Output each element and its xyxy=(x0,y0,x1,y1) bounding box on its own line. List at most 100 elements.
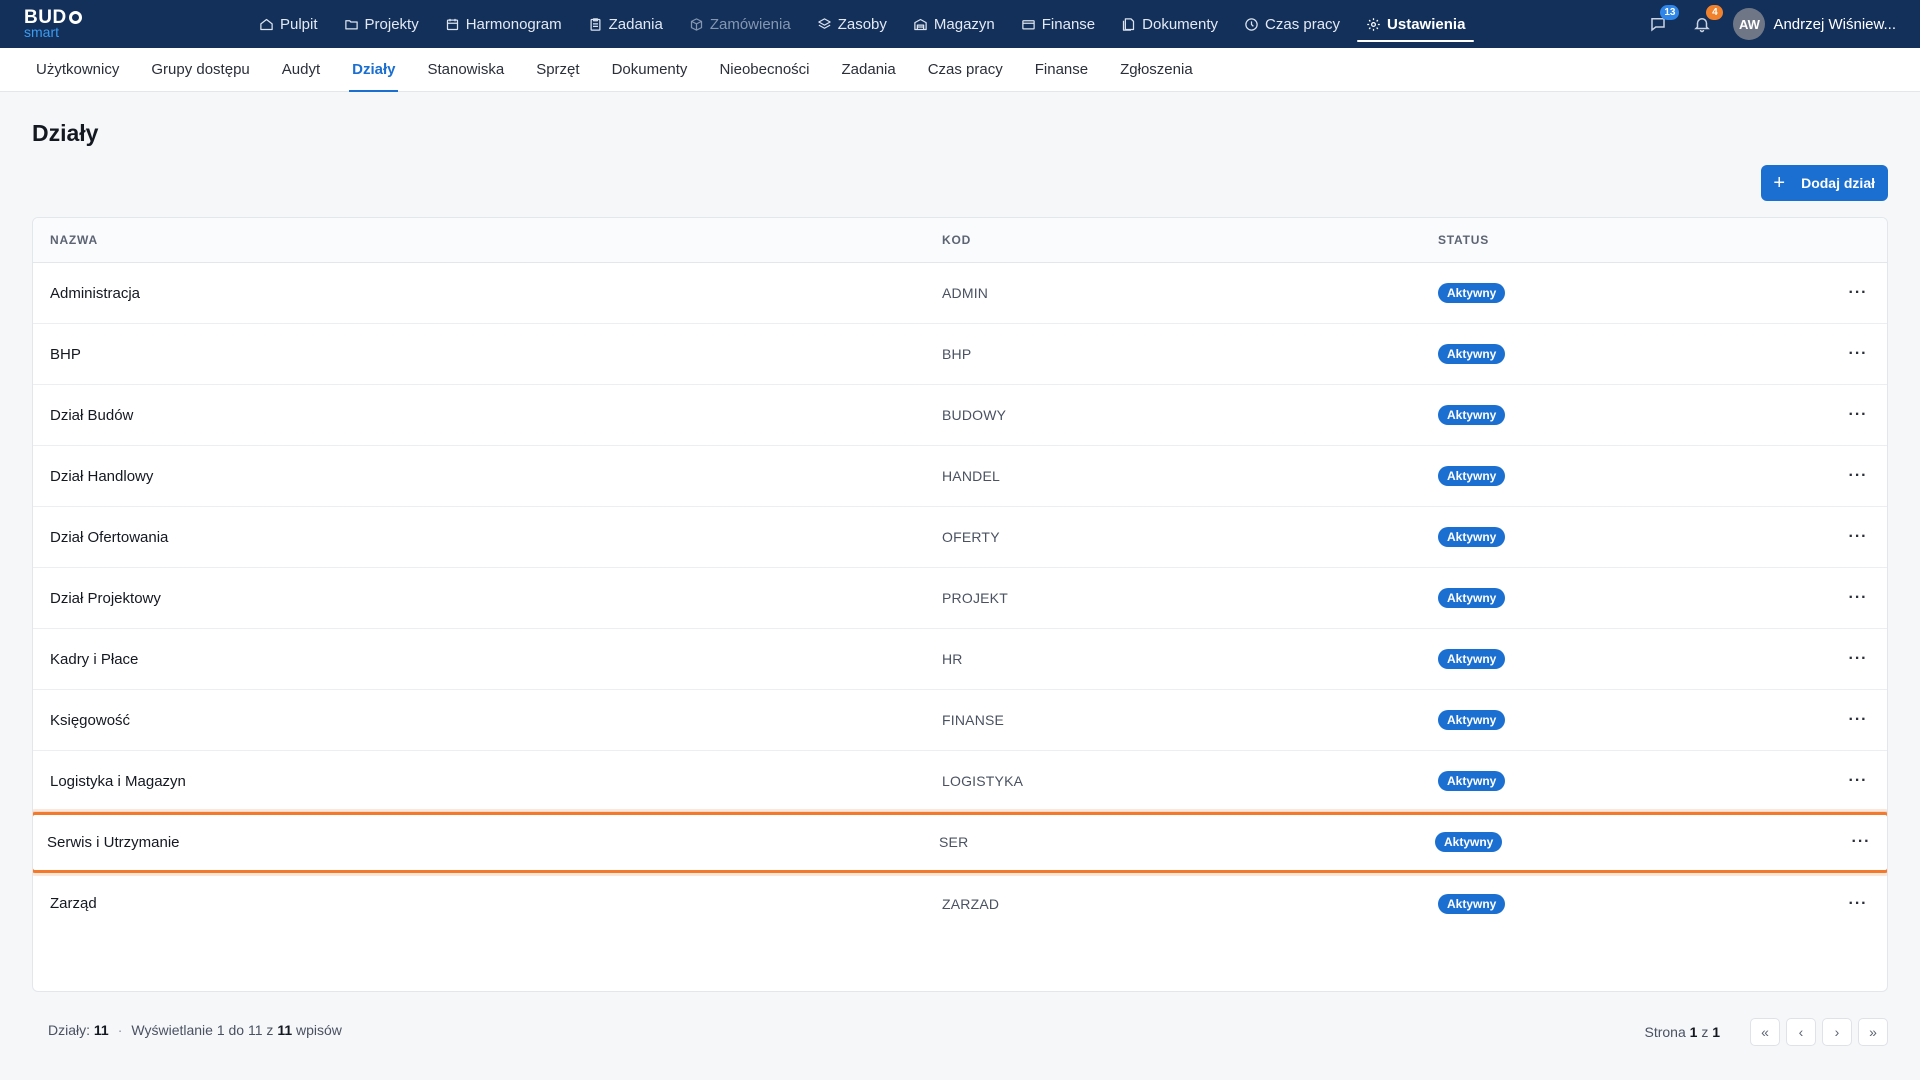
header-status[interactable]: STATUS xyxy=(1438,233,1489,247)
department-code: BHP xyxy=(942,346,972,362)
table-row[interactable]: Serwis i Utrzymanie SER Aktywny ··· xyxy=(33,812,1887,873)
row-actions-button[interactable]: ··· xyxy=(1846,525,1870,549)
table-row[interactable]: Kadry i Płace HR Aktywny ··· xyxy=(33,629,1887,690)
chevron-right-icon: › xyxy=(1834,1024,1840,1040)
nav-item-label: Projekty xyxy=(364,15,419,33)
nav-item-finanse[interactable]: Finanse xyxy=(1008,0,1108,48)
table-row[interactable]: Zarząd ZARZAD Aktywny ··· xyxy=(33,873,1887,934)
table-row[interactable]: Dział Budów BUDOWY Aktywny ··· xyxy=(33,385,1887,446)
subnav-tab[interactable]: Zadania xyxy=(826,48,912,92)
table-header: NAZWA KOD STATUS xyxy=(33,218,1887,263)
card-icon xyxy=(1021,17,1036,32)
department-name[interactable]: Księgowość xyxy=(50,712,130,729)
nav-item-dokumenty[interactable]: Dokumenty xyxy=(1108,0,1231,48)
row-actions-button[interactable]: ··· xyxy=(1846,708,1870,732)
logo-subtext: smart xyxy=(24,24,59,40)
page-of: z xyxy=(1701,1024,1709,1040)
department-name[interactable]: Dział Budów xyxy=(50,407,133,424)
row-actions-button[interactable]: ··· xyxy=(1846,403,1870,427)
nav-item-label: Harmonogram xyxy=(465,15,562,33)
plus-icon: + xyxy=(1773,172,1786,194)
department-name[interactable]: Dział Projektowy xyxy=(50,590,161,607)
nav-item-label: Zamówienia xyxy=(709,15,791,33)
nav-item-pulpit[interactable]: Pulpit xyxy=(246,0,331,48)
subnav-tab[interactable]: Dokumenty xyxy=(596,48,704,92)
nav-item-label: Finanse xyxy=(1041,15,1096,33)
nav-item-zasoby[interactable]: Zasoby xyxy=(804,0,900,48)
nav-item-zadania[interactable]: Zadania xyxy=(575,0,676,48)
add-department-button[interactable]: + Dodaj dział xyxy=(1761,165,1888,201)
row-actions-button[interactable]: ··· xyxy=(1846,281,1870,305)
next-page-button[interactable]: › xyxy=(1822,1018,1852,1046)
calendar-icon xyxy=(445,17,460,32)
department-code: FINANSE xyxy=(942,712,1005,728)
department-name[interactable]: BHP xyxy=(50,346,81,363)
add-department-label: Dodaj dział xyxy=(1801,175,1875,191)
home-icon xyxy=(259,17,274,32)
departments-table: NAZWA KOD STATUS Administracja ADMIN Aktyw… xyxy=(32,217,1888,992)
messages-button[interactable]: 13 xyxy=(1645,5,1680,37)
subnav-tab[interactable]: Zgłoszenia xyxy=(1104,48,1209,92)
more-horizontal-icon: ··· xyxy=(1848,528,1868,545)
status-badge: Aktywny xyxy=(1438,283,1506,303)
department-name[interactable]: Serwis i Utrzymanie xyxy=(47,834,180,851)
department-name[interactable]: Zarząd xyxy=(50,895,97,912)
subnav-tab[interactable]: Nieobecności xyxy=(703,48,825,92)
nav-item-ustawienia[interactable]: Ustawienia xyxy=(1353,0,1478,48)
subnav-tab[interactable]: Sprzęt xyxy=(520,48,595,92)
row-actions-button[interactable]: ··· xyxy=(1846,647,1870,671)
subnav-tab[interactable]: Czas pracy xyxy=(912,48,1019,92)
row-actions-button[interactable]: ··· xyxy=(1846,342,1870,366)
last-page-button[interactable]: » xyxy=(1858,1018,1888,1046)
subnav-tab[interactable]: Użytkownicy xyxy=(20,48,135,92)
row-actions-button[interactable]: ··· xyxy=(1846,586,1870,610)
subnav-tab[interactable]: Grupy dostępu xyxy=(135,48,265,92)
notifications-button[interactable]: 4 xyxy=(1689,5,1724,37)
documents-icon xyxy=(1121,17,1136,32)
status-cell: Aktywny xyxy=(1438,771,1506,791)
department-name[interactable]: Logistyka i Magazyn xyxy=(50,773,186,790)
subnav-tab[interactable]: Finanse xyxy=(1019,48,1104,92)
row-actions-button[interactable]: ··· xyxy=(1849,830,1873,854)
row-actions-button[interactable]: ··· xyxy=(1846,892,1870,916)
box-icon xyxy=(689,17,704,32)
prev-page-button[interactable]: ‹ xyxy=(1786,1018,1816,1046)
count-value: 11 xyxy=(93,1022,109,1038)
status-badge: Aktywny xyxy=(1438,710,1506,730)
department-name[interactable]: Kadry i Płace xyxy=(50,651,138,668)
header-code[interactable]: KOD xyxy=(942,233,971,247)
table-row[interactable]: Logistyka i Magazyn LOGISTYKA Aktywny ··· xyxy=(33,751,1887,812)
app-logo[interactable]: BUD smart xyxy=(24,8,82,39)
header-name[interactable]: NAZWA xyxy=(50,233,98,247)
logo-dot-icon xyxy=(68,11,82,24)
nav-item-magazyn[interactable]: Magazyn xyxy=(900,0,1008,48)
row-actions-button[interactable]: ··· xyxy=(1846,464,1870,488)
table-body: Administracja ADMIN Aktywny ··· BHP BHP Aktywn… xyxy=(33,263,1887,934)
more-horizontal-icon: ··· xyxy=(1848,589,1868,606)
table-row[interactable]: Administracja ADMIN Aktywny ··· xyxy=(33,263,1887,324)
department-name[interactable]: Dział Handlowy xyxy=(50,468,153,485)
page-title: Działy xyxy=(32,120,99,146)
nav-item-harmonogram[interactable]: Harmonogram xyxy=(432,0,575,48)
nav-item-zamówienia[interactable]: Zamówienia xyxy=(676,0,804,48)
row-actions-button[interactable]: ··· xyxy=(1846,769,1870,793)
clock-icon xyxy=(1244,17,1259,32)
department-name[interactable]: Dział Ofertowania xyxy=(50,529,168,546)
status-badge: Aktywny xyxy=(1438,527,1506,547)
subnav-tab[interactable]: Działy xyxy=(336,48,411,92)
table-row[interactable]: Dział Projektowy PROJEKT Aktywny ··· xyxy=(33,568,1887,629)
subnav-tab[interactable]: Stanowiska xyxy=(411,48,520,92)
nav-item-czas-pracy[interactable]: Czas pracy xyxy=(1231,0,1353,48)
table-row[interactable]: Dział Ofertowania OFERTY Aktywny ··· xyxy=(33,507,1887,568)
first-page-button[interactable]: « xyxy=(1750,1018,1780,1046)
separator-dot: · xyxy=(117,1022,123,1038)
nav-item-projekty[interactable]: Projekty xyxy=(331,0,432,48)
table-row[interactable]: Dział Handlowy HANDEL Aktywny ··· xyxy=(33,446,1887,507)
department-name[interactable]: Administracja xyxy=(50,285,140,302)
settings-subnav: Użytkownicy Grupy dostępu Audyt Działy Stano… xyxy=(0,48,1920,92)
user-menu[interactable]: AW Andrzej Wiśniew... xyxy=(1733,8,1896,40)
table-row[interactable]: Księgowość FINANSE Aktywny ··· xyxy=(33,690,1887,751)
more-horizontal-icon: ··· xyxy=(1848,345,1868,362)
subnav-tab[interactable]: Audyt xyxy=(266,48,336,92)
table-row[interactable]: BHP BHP Aktywny ··· xyxy=(33,324,1887,385)
